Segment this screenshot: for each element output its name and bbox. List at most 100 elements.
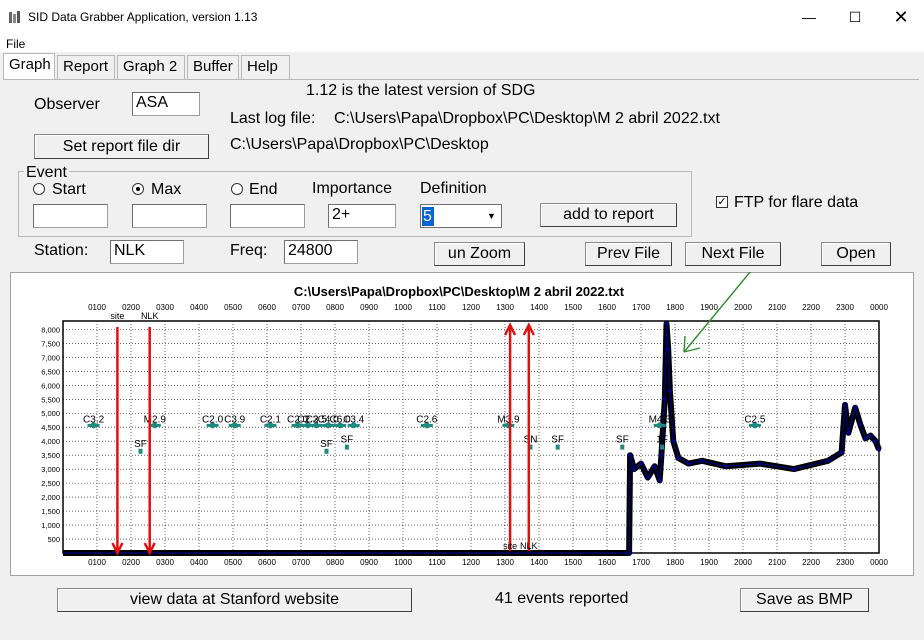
signal-point: [853, 405, 858, 410]
end-time-input[interactable]: [230, 204, 305, 228]
save-bmp-button[interactable]: Save as BMP: [740, 588, 869, 612]
signal-point: [628, 453, 633, 458]
x-tick-label-top: 2300: [836, 303, 854, 312]
menu-bar: [0, 34, 924, 52]
signal-point: [657, 478, 662, 483]
x-tick-label-top: 0800: [326, 303, 344, 312]
station-label: Station:: [34, 242, 89, 259]
plot-frame: [62, 320, 880, 554]
x-tick-label-bottom: 2000: [734, 558, 752, 567]
station-input[interactable]: NLK: [110, 240, 184, 264]
next-file-button[interactable]: Next File: [685, 242, 781, 266]
tab-buffer[interactable]: Buffer: [187, 55, 239, 79]
stanford-button[interactable]: view data at Stanford website: [57, 588, 412, 612]
x-tick-label-top: 1900: [700, 303, 718, 312]
signal-point: [863, 436, 868, 441]
signal-point: [858, 422, 863, 427]
chevron-down-icon[interactable]: ▼: [483, 206, 500, 226]
y-tick-label: 1,500: [41, 507, 60, 516]
x-tick-label-top: 0700: [292, 303, 310, 312]
signal-point: [826, 458, 830, 463]
freq-input[interactable]: 24800: [284, 240, 358, 264]
signal-series: [63, 320, 882, 556]
signal-point: [686, 461, 691, 466]
events-status: 41 events reported: [495, 590, 629, 607]
y-tick-label: 8,000: [41, 325, 60, 334]
minimize-icon[interactable]: —: [786, 0, 832, 34]
signal-point: [724, 464, 728, 469]
site-markers: site NLKsite NLK: [110, 311, 538, 556]
sf-event-label: SF: [341, 435, 354, 446]
x-tick-label-bottom: 1500: [564, 558, 582, 567]
signal-point: [868, 433, 873, 438]
signal-point: [662, 397, 667, 402]
x-tick-label-bottom: 1000: [394, 558, 412, 567]
x-tick-label-top: 1200: [462, 303, 480, 312]
flare-event-label: C3.2: [83, 414, 105, 425]
y-tick-label: 4,000: [41, 437, 60, 446]
flare-event-label: M2.9: [144, 414, 167, 425]
open-button[interactable]: Open: [821, 242, 891, 266]
signal-point: [877, 447, 881, 452]
x-tick-label-top: 0500: [224, 303, 242, 312]
flare-event-label: M3.9: [497, 414, 520, 425]
x-tick-label-top: 2200: [802, 303, 820, 312]
ftp-checkbox[interactable]: ✓: [716, 196, 728, 208]
sid-chart[interactable]: C:\Users\Papa\Dropbox\PC\Desktop\M 2 abr…: [10, 272, 914, 576]
last-log-path: C:\Users\Papa\Dropbox\PC\Desktop\M 2 abr…: [334, 110, 720, 127]
app-icon: [9, 11, 20, 23]
flare-event-label: C3.4: [343, 414, 365, 425]
x-tick-label-top: 0000: [870, 303, 888, 312]
sf-event-label: SF: [551, 435, 564, 446]
set-report-dir-button[interactable]: Set report file dir: [34, 134, 209, 159]
tab-graph[interactable]: Graph: [3, 53, 55, 79]
max-label: Max: [151, 181, 182, 198]
importance-input[interactable]: 2+: [328, 204, 396, 228]
x-tick-label-bottom: 1700: [632, 558, 650, 567]
definition-select[interactable]: 5 ▼: [420, 204, 502, 228]
tab-help[interactable]: Help: [241, 55, 290, 79]
y-tick-label: 6,000: [41, 381, 60, 390]
start-radio[interactable]: [33, 183, 45, 195]
last-log-label: Last log file:: [230, 110, 316, 127]
tab-report[interactable]: Report: [57, 55, 115, 79]
menu-file[interactable]: File: [6, 37, 25, 51]
start-label: Start: [52, 181, 86, 198]
marker-label: site: [503, 541, 517, 551]
x-tick-label-bottom: 2100: [768, 558, 786, 567]
x-tick-label-bottom: 0100: [88, 558, 106, 567]
y-tick-label: 7,500: [41, 339, 60, 348]
maximize-icon[interactable]: ☐: [832, 0, 878, 34]
add-to-report-button[interactable]: add to report: [540, 203, 677, 227]
end-label: End: [249, 181, 278, 198]
tab-graph-2[interactable]: Graph 2: [117, 55, 185, 79]
observer-input[interactable]: ASA: [132, 92, 200, 116]
y-ticks: 500 1,000 1,500 2,000 2,500 3,000 3,500 4,000 4,…: [41, 325, 60, 544]
flare-event-label: C2.5: [744, 414, 766, 425]
y-tick-label: 1,000: [41, 521, 60, 530]
sf-event-label: SF: [320, 439, 333, 450]
signal-point: [632, 467, 637, 472]
observer-label: Observer: [34, 96, 100, 113]
end-radio[interactable]: [231, 183, 243, 195]
x-tick-label-top: 1100: [428, 303, 446, 312]
close-icon[interactable]: ✕: [878, 0, 924, 34]
sf-event-label: SN: [524, 435, 538, 446]
start-time-input[interactable]: [33, 204, 108, 228]
x-tick-label-bottom: 1800: [666, 558, 684, 567]
max-time-input[interactable]: [132, 204, 207, 228]
x-tick-label-bottom: 0700: [292, 558, 310, 567]
y-tick-label: 7,000: [41, 353, 60, 362]
definition-selected-value: 5: [422, 207, 434, 226]
prev-file-button[interactable]: Prev File: [585, 242, 672, 266]
sf-event-label: SF: [616, 435, 629, 446]
signal-point: [839, 450, 844, 455]
x-tick-label-bottom: 2200: [802, 558, 820, 567]
signal-point: [700, 458, 705, 463]
x-tick-label-top: 1700: [632, 303, 650, 312]
x-tick-label-top: 1500: [564, 303, 582, 312]
max-radio[interactable]: [132, 183, 144, 195]
unzoom-button[interactable]: un Zoom: [434, 242, 525, 266]
x-tick-label-top: 0600: [258, 303, 276, 312]
x-tick-label-bottom: 1100: [428, 558, 446, 567]
